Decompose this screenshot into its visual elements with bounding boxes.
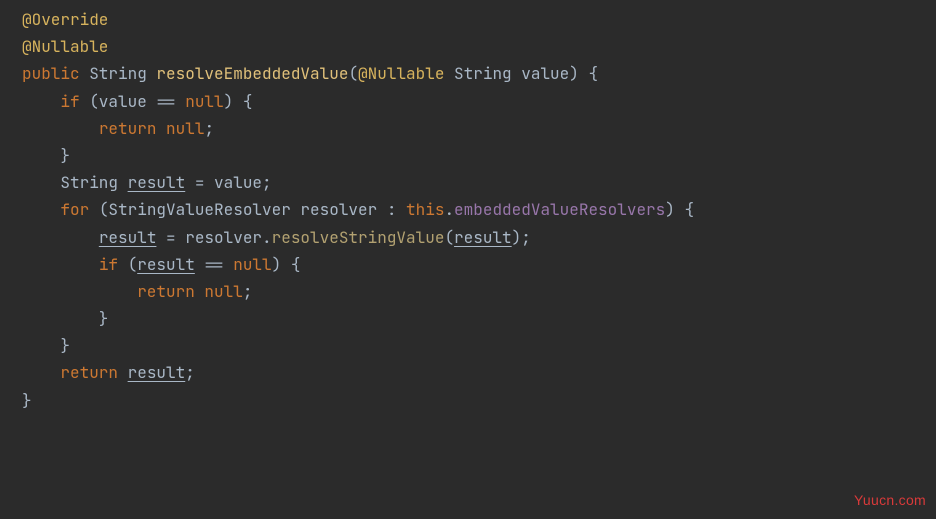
code-token: @Nullable [358, 63, 444, 84]
code-token: (value == [80, 91, 186, 112]
code-token: null [233, 254, 271, 275]
code-token: ) { [224, 91, 253, 112]
code-token: result [99, 227, 157, 248]
code-token: ( [118, 254, 137, 275]
code-line: } [22, 332, 936, 359]
code-token [156, 118, 166, 139]
code-token: = value; [185, 172, 271, 193]
code-token: . [444, 199, 454, 220]
code-token: null [204, 281, 242, 302]
code-token [22, 362, 60, 383]
code-token: @Override [22, 9, 108, 30]
code-token: for [60, 199, 89, 220]
code-token: return [99, 118, 157, 139]
code-token: resolveStringValue [272, 227, 445, 248]
code-token [195, 281, 205, 302]
code-line: } [22, 387, 936, 414]
code-token: String [22, 172, 128, 193]
code-token: ( [444, 227, 454, 248]
code-token: (StringValueResolver resolver : [89, 199, 406, 220]
code-token: @Nullable [22, 36, 108, 57]
code-line: @Override [22, 6, 936, 33]
code-token: public [22, 63, 80, 84]
code-token: } [22, 308, 108, 329]
code-token: this [406, 199, 444, 220]
code-token: } [22, 335, 70, 356]
code-token: if [99, 254, 118, 275]
code-token: result [128, 172, 186, 193]
code-token: ; [243, 281, 253, 302]
code-line: public String resolveEmbeddedValue(@Null… [22, 60, 936, 87]
code-line: result = resolver.resolveStringValue(res… [22, 224, 936, 251]
code-line: return result; [22, 359, 936, 386]
code-token: result [454, 227, 512, 248]
code-token: String [80, 63, 157, 84]
code-block: @Override@Nullablepublic String resolveE… [0, 0, 936, 414]
code-token: ; [204, 118, 214, 139]
code-line: @Nullable [22, 33, 936, 60]
code-token: result [137, 254, 195, 275]
code-token: == [195, 254, 233, 275]
code-token: resolveEmbeddedValue [156, 63, 348, 84]
code-token: embeddedValueResolvers [454, 199, 665, 220]
code-token: null [185, 91, 223, 112]
code-line: if (value == null) { [22, 88, 936, 115]
code-token [22, 118, 99, 139]
code-token [22, 199, 60, 220]
code-token [118, 362, 128, 383]
code-line: for (StringValueResolver resolver : this… [22, 196, 936, 223]
code-token: return [137, 281, 195, 302]
code-token: if [60, 91, 79, 112]
code-line: } [22, 305, 936, 332]
code-token [22, 91, 60, 112]
code-token: ); [512, 227, 531, 248]
code-line: } [22, 142, 936, 169]
code-line: return null; [22, 278, 936, 305]
code-token: ) { [665, 199, 694, 220]
code-line: String result = value; [22, 169, 936, 196]
code-token: = resolver. [156, 227, 271, 248]
code-token [22, 254, 99, 275]
watermark: Yuucn.com [854, 489, 926, 513]
code-token: } [22, 390, 32, 411]
code-token: ( [348, 63, 358, 84]
code-line: return null; [22, 115, 936, 142]
code-token [22, 227, 99, 248]
code-token: String value) { [444, 63, 598, 84]
code-token: return [60, 362, 118, 383]
code-token [22, 281, 137, 302]
code-token: ; [185, 362, 195, 383]
code-token: null [166, 118, 204, 139]
code-token: result [128, 362, 186, 383]
code-line: if (result == null) { [22, 251, 936, 278]
code-token: } [22, 145, 70, 166]
code-token: ) { [272, 254, 301, 275]
